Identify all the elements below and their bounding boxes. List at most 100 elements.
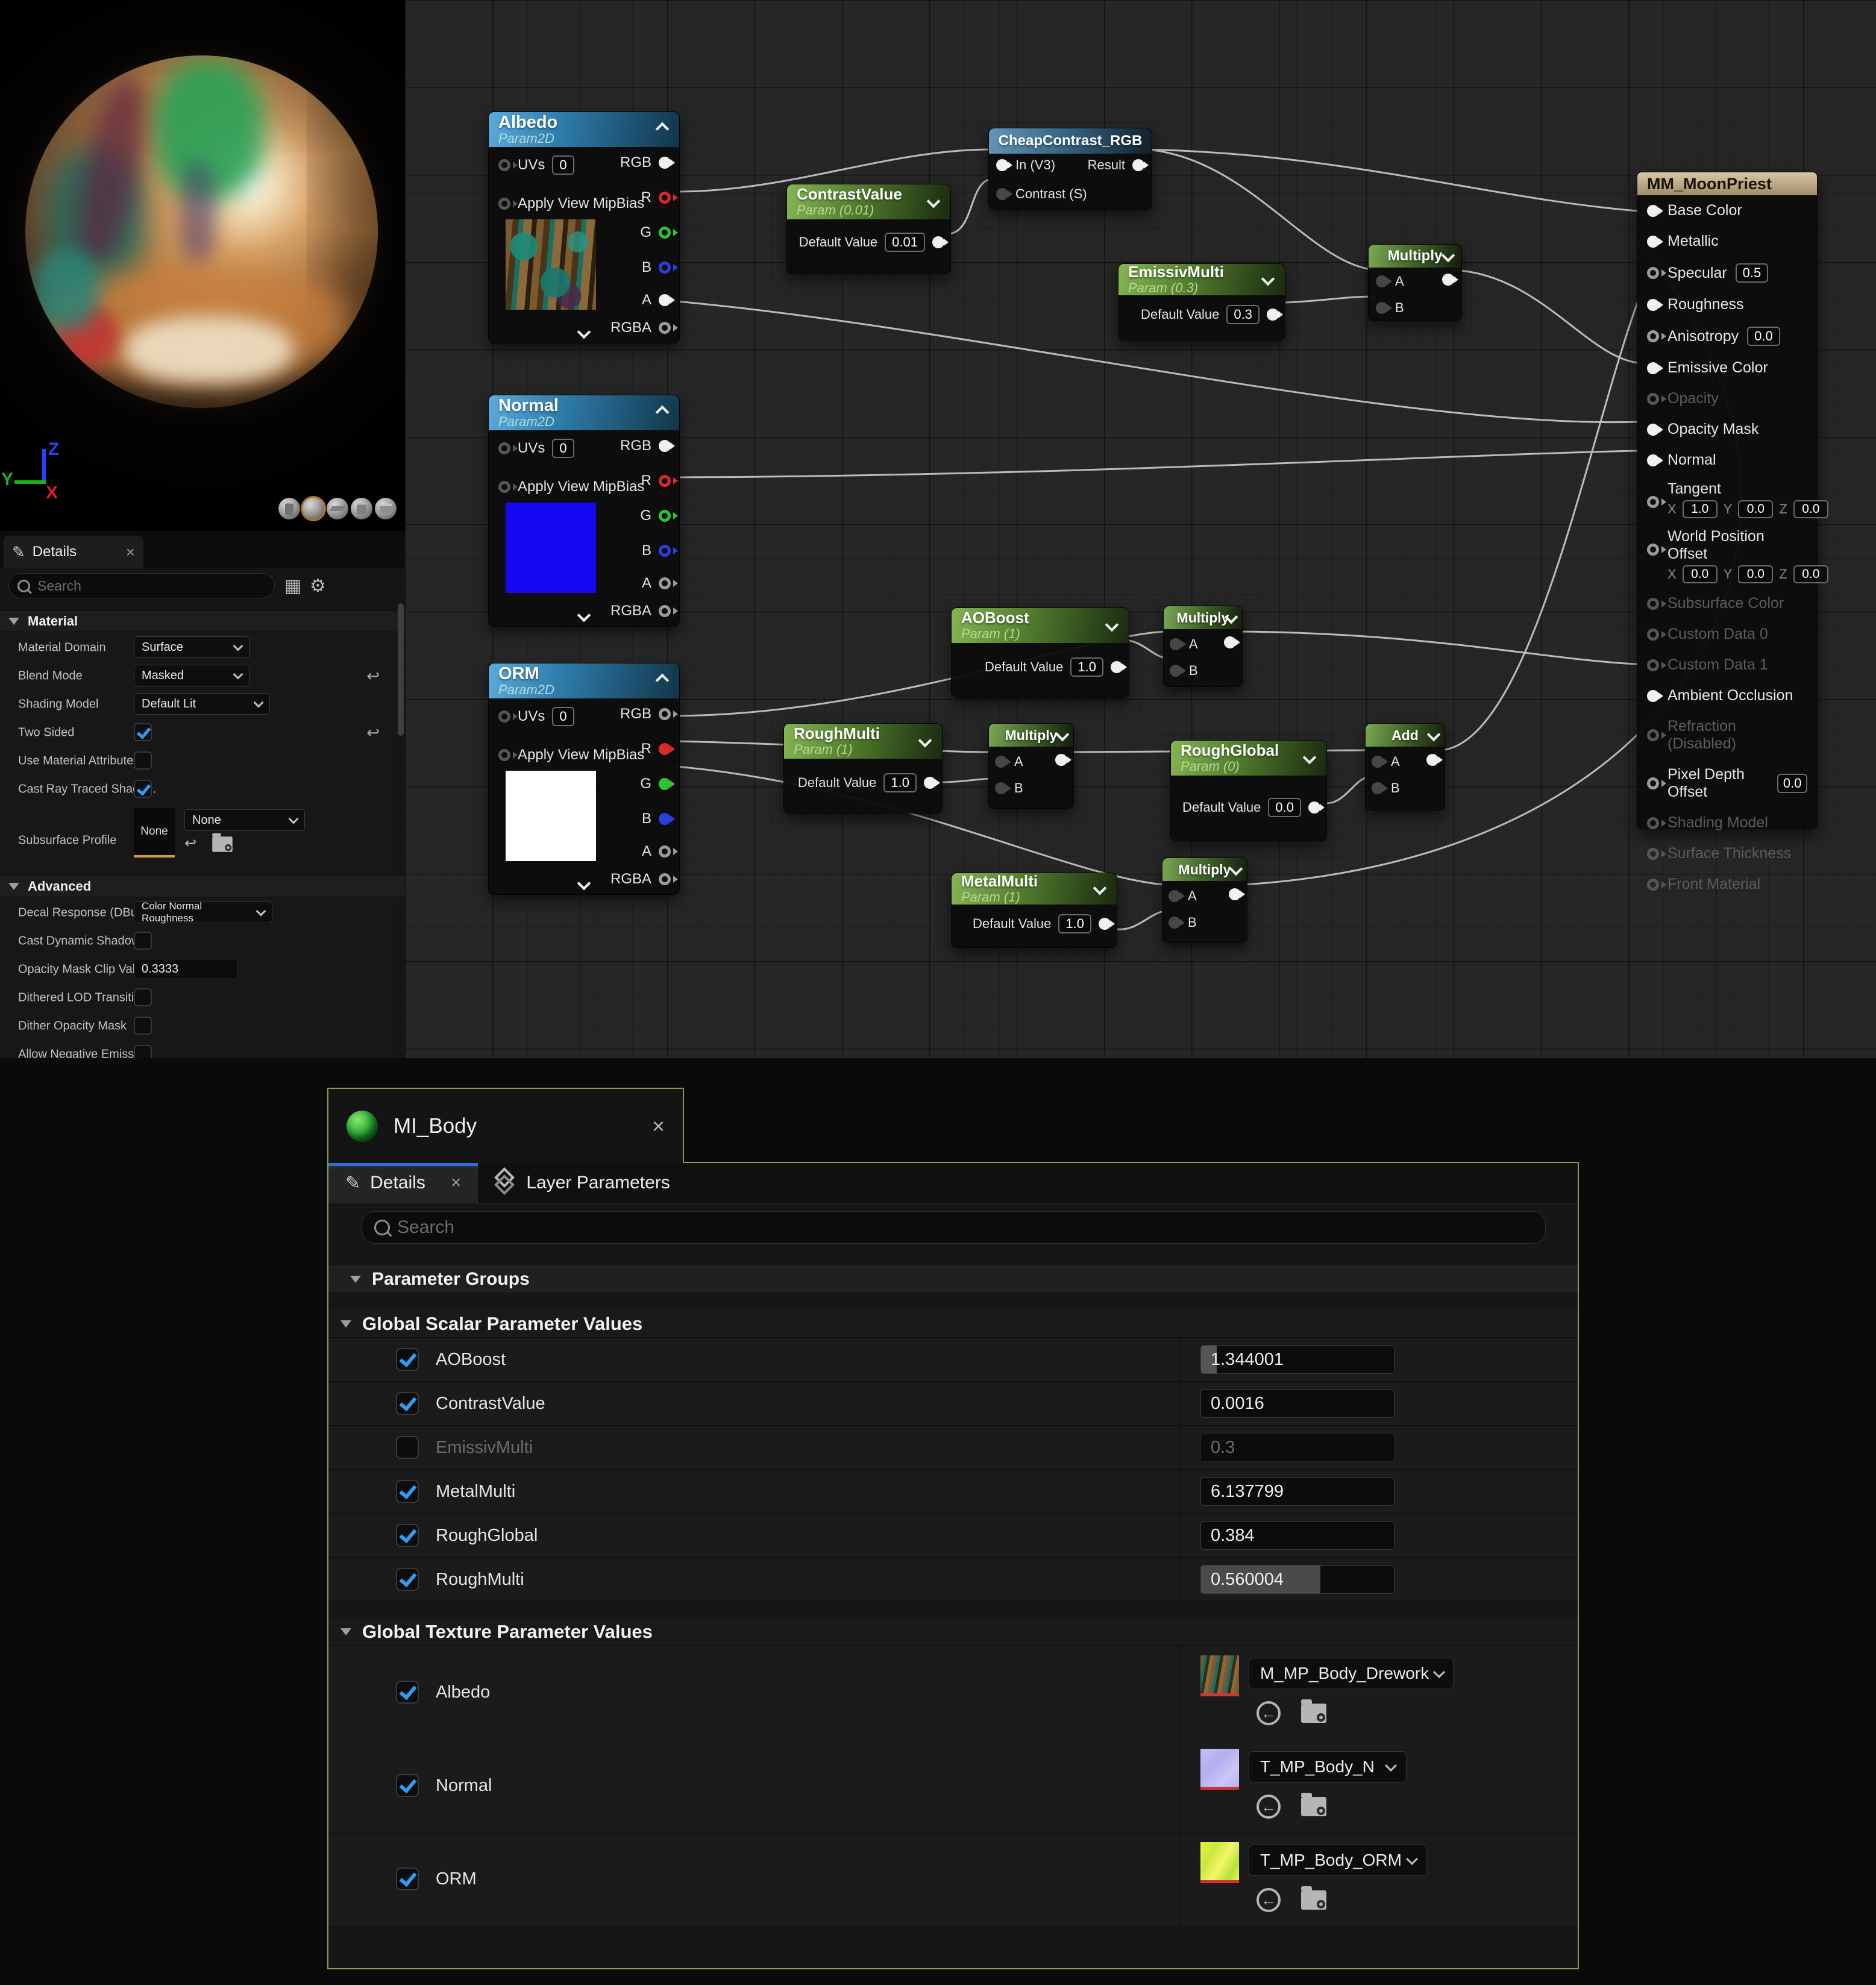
pin-a[interactable] bbox=[1372, 756, 1384, 768]
pin-uvs[interactable] bbox=[498, 442, 510, 454]
use-material-attributes-checkbox[interactable] bbox=[134, 751, 152, 770]
node-add[interactable]: Add A B bbox=[1365, 723, 1445, 811]
browse-asset-icon[interactable] bbox=[1301, 1797, 1326, 1816]
pin-a[interactable] bbox=[1376, 275, 1388, 287]
pin-specular[interactable] bbox=[1647, 267, 1659, 279]
instance-search-input[interactable]: Search bbox=[362, 1211, 1546, 1244]
pin-b[interactable] bbox=[995, 782, 1007, 794]
node-contrast-value[interactable]: ContrastValue Param (0.01) 0.01 Default … bbox=[786, 184, 951, 274]
display-filter-icon[interactable]: ▦ bbox=[284, 575, 301, 597]
pin-g[interactable] bbox=[659, 510, 671, 522]
pin-normal[interactable] bbox=[1647, 454, 1659, 466]
pin-b[interactable] bbox=[659, 545, 671, 557]
pin-mipbias[interactable] bbox=[498, 198, 510, 210]
node-orm[interactable]: ORM Param2D UVs0 Apply View MipBias RGB … bbox=[488, 663, 680, 895]
expand-icon[interactable] bbox=[577, 325, 591, 339]
use-selected-asset-icon[interactable]: ← bbox=[1256, 1701, 1281, 1725]
pin-world-position-offset[interactable] bbox=[1647, 544, 1659, 556]
wpo-y[interactable]: 0.0 bbox=[1738, 565, 1773, 583]
pin-a[interactable] bbox=[1170, 638, 1182, 650]
tangent-x[interactable]: 1.0 bbox=[1683, 500, 1718, 518]
pin-r[interactable] bbox=[659, 475, 671, 487]
pin-opacity[interactable] bbox=[1647, 393, 1659, 405]
pin-custom-data-0[interactable] bbox=[1647, 629, 1659, 641]
cast-ray-traced-checkbox[interactable] bbox=[134, 780, 152, 798]
param-checkbox[interactable] bbox=[396, 1392, 419, 1415]
pin-uvs[interactable] bbox=[498, 159, 510, 171]
tangent-y[interactable]: 0.0 bbox=[1738, 500, 1773, 518]
pin-b[interactable] bbox=[659, 262, 671, 274]
texture-asset-dropdown[interactable]: M_MP_Body_Drework bbox=[1249, 1658, 1454, 1689]
material-preview-viewport[interactable]: Z Y X bbox=[0, 0, 405, 530]
wpo-z[interactable]: 0.0 bbox=[1793, 565, 1828, 583]
node-metal-multi[interactable]: MetalMulti Param (1) 1.0 Default Value bbox=[951, 873, 1117, 948]
pin-output[interactable] bbox=[1099, 918, 1111, 930]
texture-asset-dropdown[interactable]: T_MP_Body_N bbox=[1249, 1751, 1407, 1783]
pin-rgb[interactable] bbox=[659, 440, 671, 452]
pin-front-material[interactable] bbox=[1647, 879, 1659, 891]
expand-icon[interactable] bbox=[577, 877, 591, 891]
param-value-input[interactable]: 0.3 bbox=[1200, 1433, 1394, 1462]
node-mm-moonpriest[interactable]: MM_MoonPriest Base Color Metallic Specul… bbox=[1637, 172, 1818, 829]
pin-tangent[interactable] bbox=[1647, 496, 1659, 508]
node-albedo[interactable]: Albedo Param2D UVs0 Apply View MipBias R… bbox=[488, 111, 680, 343]
tab-mi-body[interactable]: MI_Body × bbox=[327, 1088, 684, 1163]
texture-thumbnail[interactable] bbox=[1200, 1842, 1239, 1883]
gear-icon[interactable]: ⚙ bbox=[310, 575, 326, 597]
section-material[interactable]: Material bbox=[0, 610, 405, 632]
subsurface-profile-dropdown[interactable]: None bbox=[184, 809, 305, 831]
param-checkbox[interactable] bbox=[396, 1774, 419, 1797]
pin-output[interactable] bbox=[1229, 888, 1241, 900]
param-value-slider[interactable]: 0.560004 bbox=[1200, 1565, 1394, 1594]
blend-mode-dropdown[interactable]: Masked bbox=[134, 665, 249, 686]
param-checkbox[interactable] bbox=[396, 1480, 419, 1503]
use-selected-asset-icon[interactable]: ↩ bbox=[184, 835, 196, 854]
cube-preview-icon[interactable] bbox=[351, 498, 372, 519]
param-value-input[interactable]: 1.344001 bbox=[1200, 1345, 1394, 1374]
pin-g[interactable] bbox=[659, 778, 671, 790]
pin-rgba[interactable] bbox=[659, 322, 671, 334]
node-multiply-emissive[interactable]: Multiply A B bbox=[1368, 244, 1462, 321]
close-icon[interactable]: × bbox=[652, 1114, 665, 1139]
plane-preview-icon[interactable] bbox=[327, 498, 348, 519]
scalar-values-header[interactable]: Global Scalar Parameter Values bbox=[328, 1310, 1578, 1338]
tab-instance-details[interactable]: ✎ Details × bbox=[328, 1163, 478, 1203]
details-scrollbar[interactable] bbox=[398, 603, 404, 736]
texture-asset-dropdown[interactable]: T_MP_Body_ORM bbox=[1249, 1845, 1427, 1876]
pin-shading-model[interactable] bbox=[1647, 817, 1659, 829]
material-node-graph[interactable]: Albedo Param2D UVs0 Apply View MipBias R… bbox=[405, 0, 1876, 1058]
pin-r[interactable] bbox=[659, 192, 671, 204]
browse-asset-icon[interactable] bbox=[1301, 1704, 1326, 1723]
pin-emissive-color[interactable] bbox=[1647, 362, 1659, 374]
tangent-z[interactable]: 0.0 bbox=[1793, 500, 1828, 518]
pin-rgba[interactable] bbox=[659, 873, 671, 885]
pin-ambient-occlusion[interactable] bbox=[1647, 690, 1659, 702]
param-checkbox[interactable] bbox=[396, 1436, 419, 1459]
parameter-groups-header[interactable]: Parameter Groups bbox=[328, 1265, 1578, 1293]
pin-output[interactable] bbox=[1308, 801, 1320, 814]
uvs-value[interactable]: 0 bbox=[552, 707, 574, 726]
pin-a[interactable] bbox=[659, 845, 671, 858]
uvs-value[interactable]: 0 bbox=[552, 155, 574, 175]
decal-response-dropdown[interactable]: Color Normal Roughness bbox=[134, 902, 272, 923]
pin-rgb[interactable] bbox=[659, 157, 671, 169]
section-advanced[interactable]: Advanced bbox=[0, 876, 405, 897]
cylinder-preview-icon[interactable] bbox=[278, 498, 300, 519]
pin-output[interactable] bbox=[1426, 754, 1438, 766]
default-value[interactable]: 0.3 bbox=[1226, 305, 1260, 324]
node-ao-boost[interactable]: AOBoost Param (1) 1.0 Default Value bbox=[951, 607, 1129, 698]
node-emissiv-multi[interactable]: EmissivMulti Param (0.3) 0.3 Default Val… bbox=[1118, 263, 1285, 340]
node-rough-multi[interactable]: RoughMulti Param (1) 1.0 Default Value bbox=[783, 723, 943, 814]
pin-value[interactable]: 0.0 bbox=[1777, 774, 1807, 793]
pin-refraction[interactable] bbox=[1647, 729, 1659, 741]
node-multiply-ao[interactable]: Multiply A B bbox=[1163, 606, 1243, 687]
pin-result[interactable] bbox=[1132, 159, 1144, 171]
revert-icon[interactable]: ↩ bbox=[366, 666, 380, 685]
pin-pixel-depth-offset[interactable] bbox=[1647, 777, 1659, 789]
subsurface-profile-thumbnail[interactable]: None bbox=[134, 808, 175, 858]
dither-opacity-mask-checkbox[interactable] bbox=[134, 1017, 152, 1035]
node-rough-global[interactable]: RoughGlobal Param (0) 0.0 Default Value bbox=[1170, 740, 1327, 841]
default-value[interactable]: 0.01 bbox=[885, 233, 925, 252]
tab-details[interactable]: ✎ Details × bbox=[4, 536, 143, 568]
pin-a[interactable] bbox=[659, 577, 671, 589]
